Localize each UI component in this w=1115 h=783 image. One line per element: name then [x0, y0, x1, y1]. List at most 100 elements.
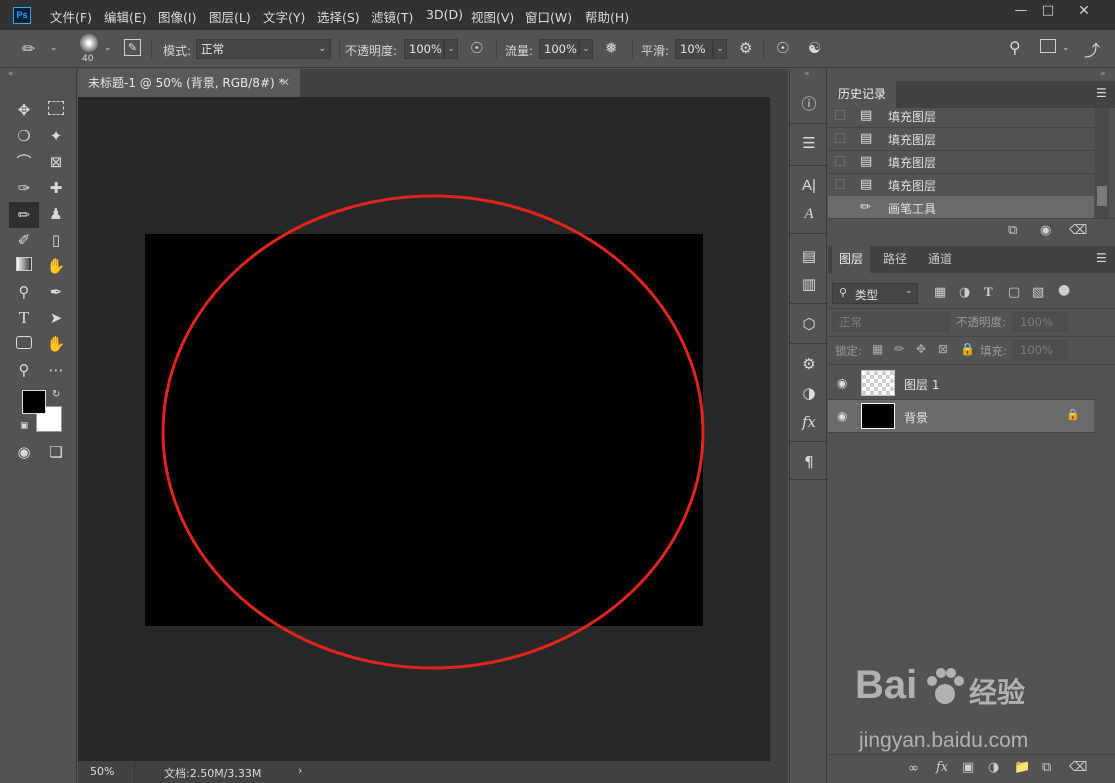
filter-adjustment-icon[interactable]: ◑ [959, 285, 970, 300]
workspace-icon[interactable] [1040, 39, 1056, 53]
document-canvas[interactable] [145, 234, 703, 626]
panel-menu-icon[interactable]: ☰ [1096, 251, 1107, 265]
menu-help[interactable]: 帮助(H) [585, 7, 629, 26]
filter-toggle-icon[interactable]: ● [1058, 282, 1070, 298]
magic-wand-tool-icon[interactable]: ✦ [44, 125, 68, 147]
adjustments-icon[interactable]: ◑ [790, 380, 828, 406]
quick-mask-icon[interactable]: ◉ [12, 441, 36, 463]
filter-type-icon[interactable]: T [984, 284, 993, 300]
share-icon[interactable]: ⤴ [1084, 37, 1100, 61]
close-tab-icon[interactable]: ✕ [281, 69, 290, 97]
gradient-tool-icon[interactable] [12, 255, 36, 277]
history-snapshot-checkbox[interactable] [835, 156, 845, 166]
eye-icon[interactable]: ◉ [837, 409, 847, 423]
camera-icon[interactable]: ◉ [1040, 223, 1051, 238]
swap-colors-icon[interactable]: ↻ [52, 389, 60, 400]
brush-tool-icon[interactable]: ✏ [22, 39, 35, 58]
lock-all-icon[interactable]: 🔒 [960, 342, 975, 356]
history-brush-tool-icon[interactable]: ✐ [12, 229, 36, 251]
history-snapshot-checkbox[interactable] [835, 179, 845, 189]
frame-tool-icon[interactable]: ⊠ [44, 151, 68, 173]
collapse-panels-icon[interactable]: » [1100, 69, 1106, 79]
history-snapshot-checkbox[interactable] [835, 133, 845, 143]
zoom-tool-icon[interactable]: ⚲ [12, 359, 36, 381]
foreground-color-swatch-front[interactable] [22, 390, 46, 414]
marquee-tool-icon[interactable] [44, 99, 68, 121]
eye-icon[interactable]: ◉ [837, 376, 847, 390]
hand-tool-icon[interactable]: ✋ [44, 333, 68, 355]
history-item-active[interactable]: ✏ 画笔工具 [828, 196, 1094, 218]
menu-view[interactable]: 视图(V) [471, 7, 514, 26]
info-icon[interactable]: ⓘ [790, 91, 828, 117]
fill-input[interactable]: 100% [1013, 340, 1067, 360]
lock-artboard-icon[interactable]: ⊠ [938, 342, 948, 356]
brush-preview-icon[interactable] [80, 34, 98, 52]
brush-presets-icon[interactable]: ☰ [790, 130, 828, 156]
rectangle-tool-icon[interactable] [12, 333, 36, 355]
new-document-from-state-icon[interactable]: ⧉ [1008, 223, 1017, 238]
dodge-tool-icon[interactable]: ⚲ [12, 281, 36, 303]
symmetry-icon[interactable]: ☯ [808, 39, 821, 57]
tab-paths[interactable]: 路径 [874, 246, 916, 273]
layer-row-selected[interactable]: ◉ 背景 🔒 [828, 400, 1094, 433]
path-selection-tool-icon[interactable]: ➤ [44, 307, 68, 329]
history-item[interactable]: ▤ 填充图层 [828, 150, 1094, 174]
link-layers-icon[interactable]: ∞ [908, 761, 919, 776]
airbrush-icon[interactable]: ❅ [605, 39, 618, 57]
mode-select[interactable]: 正常 ⌄ [196, 39, 331, 59]
brush-preset-chevron-icon[interactable]: ⌄ [104, 43, 112, 53]
menu-image[interactable]: 图像(I) [158, 7, 196, 26]
menu-filter[interactable]: 滤镜(T) [371, 7, 413, 26]
blend-mode-select[interactable]: 正常 [832, 312, 949, 332]
scroll-thumb[interactable] [1097, 186, 1107, 206]
character-icon[interactable]: A| [790, 173, 828, 199]
menu-edit[interactable]: 编辑(E) [104, 7, 147, 26]
collapse-icon[interactable]: « [8, 69, 14, 79]
pressure-size-icon[interactable]: ☉ [776, 39, 789, 57]
search-icon[interactable]: ⚲ [1009, 38, 1021, 57]
smudge-tool-icon[interactable]: ✋ [44, 255, 68, 277]
menu-layer[interactable]: 图层(L) [209, 7, 251, 26]
history-snapshot-checkbox[interactable] [835, 202, 845, 212]
history-item[interactable]: ▤ 填充图层 [828, 173, 1094, 197]
tab-history[interactable]: 历史记录 [828, 81, 896, 108]
status-menu-chevron-icon[interactable]: › [298, 764, 302, 777]
menu-file[interactable]: 文件(F) [50, 7, 92, 26]
gear-icon[interactable]: ⚙ [739, 39, 752, 57]
close-icon[interactable]: ✕ [1073, 3, 1095, 19]
lock-icon[interactable]: 🔒 [1066, 408, 1080, 421]
minimize-icon[interactable]: — [1010, 3, 1032, 19]
pressure-opacity-icon[interactable]: ☉ [470, 39, 483, 57]
layer-filter-select[interactable]: ⚲ 类型 ⌄ [832, 283, 918, 304]
layer-name[interactable]: 图层 1 [904, 376, 939, 393]
opacity-dropdown-icon[interactable]: ⌄ [444, 39, 458, 59]
history-scrollbar[interactable] [1095, 108, 1109, 218]
pen-tool-icon[interactable]: ✒ [44, 281, 68, 303]
lock-transparent-icon[interactable]: ▦ [872, 342, 883, 356]
vertical-scrollbar[interactable] [770, 97, 788, 761]
smooth-dropdown-icon[interactable]: ⌄ [713, 39, 727, 59]
filter-pixel-icon[interactable]: ▦ [934, 285, 946, 300]
type-tool-icon[interactable]: T [12, 307, 36, 329]
menu-select[interactable]: 选择(S) [317, 7, 360, 26]
brush-settings-icon[interactable]: ✎ [124, 39, 141, 56]
eyedropper-tool-icon[interactable]: ✑ [12, 177, 36, 199]
flow-input[interactable]: 100% [539, 39, 579, 59]
clone-stamp-tool-icon[interactable]: ♟ [44, 203, 68, 225]
glyphs-icon[interactable]: A [790, 201, 828, 227]
layer-row[interactable]: ◉ 图层 1 [828, 367, 1094, 400]
screen-mode-icon[interactable]: ❏ [44, 441, 68, 463]
panel-menu-icon[interactable]: ☰ [1096, 86, 1107, 100]
crop-tool-icon[interactable]: ⌒ [12, 151, 36, 173]
opacity-input[interactable]: 100% [404, 39, 444, 59]
history-item[interactable]: ▤ 填充图层 [828, 108, 1094, 128]
healing-brush-tool-icon[interactable]: ✚ [44, 177, 68, 199]
flow-dropdown-icon[interactable]: ⌄ [579, 39, 593, 59]
menu-3d[interactable]: 3D(D) [426, 7, 463, 22]
filter-smart-object-icon[interactable]: ▧ [1032, 285, 1044, 300]
more-tools-icon[interactable]: ⋯ [44, 359, 68, 381]
expand-icon[interactable]: « [804, 69, 810, 79]
trash-icon[interactable]: ⌫ [1069, 760, 1087, 775]
document-tab[interactable]: 未标题-1 @ 50% (背景, RGB/8#) * ✕ [78, 69, 300, 97]
tab-channels[interactable]: 通道 [920, 246, 960, 273]
